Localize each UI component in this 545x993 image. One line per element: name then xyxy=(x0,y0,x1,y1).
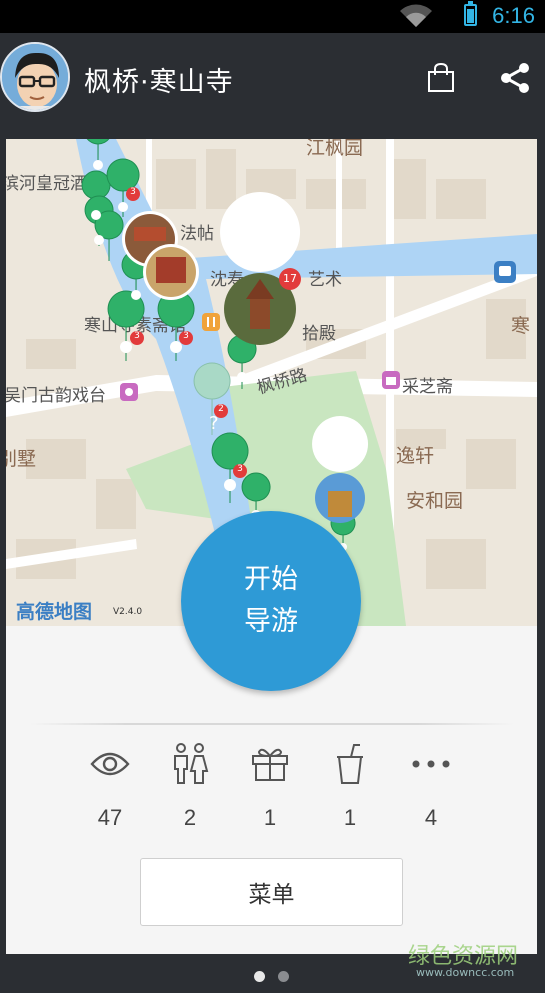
stat-drinks[interactable]: 1 xyxy=(310,740,390,831)
watermark-url: www.downcc.com xyxy=(416,966,515,979)
pin-badge: 3 xyxy=(183,331,189,341)
drink-icon xyxy=(337,744,363,784)
pin-badge: 17 xyxy=(283,272,297,285)
avatar-illustration xyxy=(2,44,68,110)
pin-badge: 2 xyxy=(218,404,224,414)
pin-badge: 3 xyxy=(237,464,243,474)
page-dot-active[interactable] xyxy=(254,971,265,982)
avatar[interactable] xyxy=(0,42,70,112)
more-icon xyxy=(412,760,450,768)
status-time: 6:16 xyxy=(492,3,535,28)
pin-badge: 3 xyxy=(134,331,140,341)
start-tour-line1: 开始 xyxy=(244,564,298,595)
stat-toilets[interactable]: 2 xyxy=(150,740,230,831)
status-bar: 6:16 xyxy=(0,0,545,33)
stat-value: 1 xyxy=(343,805,357,830)
battery-icon xyxy=(464,1,477,26)
share-icon[interactable] xyxy=(498,61,532,95)
page-title: 枫桥·寒山寺 xyxy=(84,67,234,98)
stat-more[interactable]: 4 xyxy=(391,740,471,831)
stat-value: 1 xyxy=(263,805,277,830)
shopping-bag-icon[interactable] xyxy=(426,63,456,93)
gift-icon xyxy=(252,748,288,781)
map-provider-logo: 高德地图 xyxy=(16,601,93,623)
eye-icon xyxy=(90,752,130,776)
toilet-icon xyxy=(174,743,209,784)
menu-button[interactable]: 菜单 xyxy=(140,858,403,926)
map-version: V2.4.0 xyxy=(113,607,143,617)
stat-shops[interactable]: 1 xyxy=(230,740,310,831)
stat-value: 2 xyxy=(183,805,197,830)
stat-value: 47 xyxy=(97,805,123,830)
page-dot[interactable] xyxy=(278,971,289,982)
page-indicator xyxy=(254,971,289,982)
divider xyxy=(30,723,514,725)
start-tour-line2: 导游 xyxy=(244,606,298,637)
stat-value: 4 xyxy=(424,805,438,830)
app-bar: 枫桥·寒山寺 xyxy=(0,33,545,119)
start-tour-button[interactable]: 开始 导游 xyxy=(181,511,361,691)
wifi-icon xyxy=(400,4,432,27)
pin-badge: 3 xyxy=(130,187,136,197)
stat-scenic-spots[interactable]: 47 xyxy=(70,740,150,831)
